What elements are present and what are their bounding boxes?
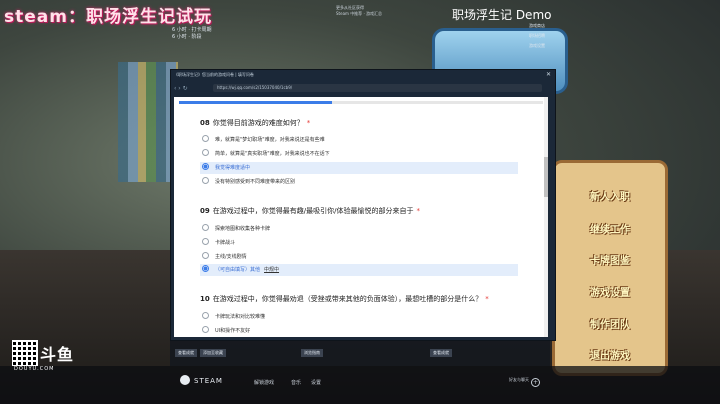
radio-icon <box>202 224 209 231</box>
survey-progress-fill <box>179 101 332 104</box>
overlay-bottom-panel <box>170 340 550 366</box>
url-bar[interactable]: https://wj.qq.com/s2/15037040/1cb9/ <box>213 84 542 92</box>
scroll-thumb[interactable] <box>544 157 548 197</box>
menu-credits[interactable]: 制作团队 <box>570 316 650 331</box>
survey-progress <box>179 101 543 104</box>
taskbar-link[interactable]: 解锁游戏 <box>254 379 274 386</box>
menu-exit[interactable]: 退出游戏 <box>570 347 650 362</box>
side-link[interactable]: 游戏设置 <box>529 43 545 49</box>
plus-icon[interactable]: + <box>531 378 540 387</box>
radio-icon <box>202 312 209 319</box>
schedule-line: 6 小时 · 阶段 <box>172 34 202 40</box>
radio-icon <box>202 252 209 259</box>
radio-icon <box>202 149 209 156</box>
q8-option[interactable]: 简单，就算是"真实职场"难度，对我来说也不在话下 <box>200 148 518 160</box>
taskbar-link[interactable]: 设置 <box>311 379 321 386</box>
bookshelf-decoration <box>118 62 178 182</box>
question-09: 09 在游戏过程中，你觉得最有趣/最吸引你/体验最愉悦的部分来自于 * <box>200 207 420 215</box>
q9-option[interactable]: 主线/支线剧情 <box>200 251 518 263</box>
overlay-achievements-button[interactable]: 查看成就 <box>430 349 452 357</box>
taskbar-link[interactable]: 音乐 <box>291 379 301 386</box>
side-link[interactable]: 职场招聘 <box>529 33 545 39</box>
q9-option-selected[interactable]: （可自由填写）其他 中规中 <box>200 264 518 276</box>
radio-checked-icon <box>202 163 209 170</box>
window-title: 《职场浮生记》您当前的游戏问卷 | 填写问卷 <box>174 72 254 77</box>
survey-page: 08 你觉得目前游戏的难度如何？ * 难，就算是"梦幻职场"难度，对我来说还是有些难… <box>174 97 548 337</box>
menu-new-game[interactable]: 新人入职 <box>570 188 650 203</box>
q8-option[interactable]: 难，就算是"梦幻职场"难度，对我来说还是有些难 <box>200 134 518 146</box>
radio-icon <box>202 135 209 142</box>
page-scrollbar[interactable] <box>544 97 548 337</box>
douyu-logo: 斗鱼 <box>40 345 75 364</box>
q8-option[interactable]: 没有特别感受到不同难度带来的区别 <box>200 176 518 188</box>
q9-option[interactable]: 卡牌战斗 <box>200 237 518 249</box>
overlay-favorite-button[interactable]: 添加至收藏 <box>200 349 226 357</box>
side-link[interactable]: 游戏商店 <box>529 23 545 29</box>
steam-taskbar <box>0 366 720 404</box>
q8-option-selected[interactable]: 我觉得难度适中 <box>200 162 518 174</box>
menu-card-gallery[interactable]: 卡牌图鉴 <box>570 252 650 267</box>
game-title: 职场浮生记 Demo <box>452 8 552 22</box>
question-10: 10 在游戏过程中，你觉得最劝退（受挫或带来其他的负面体验），最想吐槽的部分是什么… <box>200 295 489 303</box>
radio-icon <box>202 238 209 245</box>
top-center-text: Steam 中推荐 · 游戏汇总 <box>336 11 383 16</box>
stream-title: steam：职场浮生记试玩 <box>4 7 212 27</box>
douyu-domain: DOUYU.COM <box>14 366 55 372</box>
overlay-guides-button[interactable]: 浏览指南 <box>301 349 323 357</box>
q10-option[interactable]: UI和操作不友好 <box>200 325 518 337</box>
nav-arrows-icon[interactable]: ‹ › ↻ <box>174 85 188 92</box>
radio-icon <box>202 326 209 333</box>
q10-option[interactable]: 卡牌玩法和对比较难懂 <box>200 311 518 323</box>
steam-brand: STEAM <box>194 377 223 385</box>
other-fill-input[interactable]: 中规中 <box>264 267 279 273</box>
radio-checked-icon <box>202 265 209 272</box>
steam-icon <box>180 375 190 385</box>
qr-code-icon <box>12 340 38 366</box>
close-icon[interactable]: ✕ <box>546 71 551 78</box>
browser-window: 《职场浮生记》您当前的游戏问卷 | 填写问卷 ✕ ‹ › ↻ https://w… <box>170 69 556 341</box>
q9-option[interactable]: 探索地图和收集各种卡牌 <box>200 223 518 235</box>
menu-settings[interactable]: 游戏设置 <box>570 284 650 299</box>
schedule-line: 6 小时 · 打卡周期 <box>172 27 212 33</box>
question-08: 08 你觉得目前游戏的难度如何？ * <box>200 119 311 127</box>
overlay-achievements-button[interactable]: 查看成就 <box>175 349 197 357</box>
radio-icon <box>202 177 209 184</box>
friends-chat-button[interactable]: 好友与聊天 <box>509 377 529 383</box>
menu-continue[interactable]: 继续工作 <box>570 221 650 236</box>
